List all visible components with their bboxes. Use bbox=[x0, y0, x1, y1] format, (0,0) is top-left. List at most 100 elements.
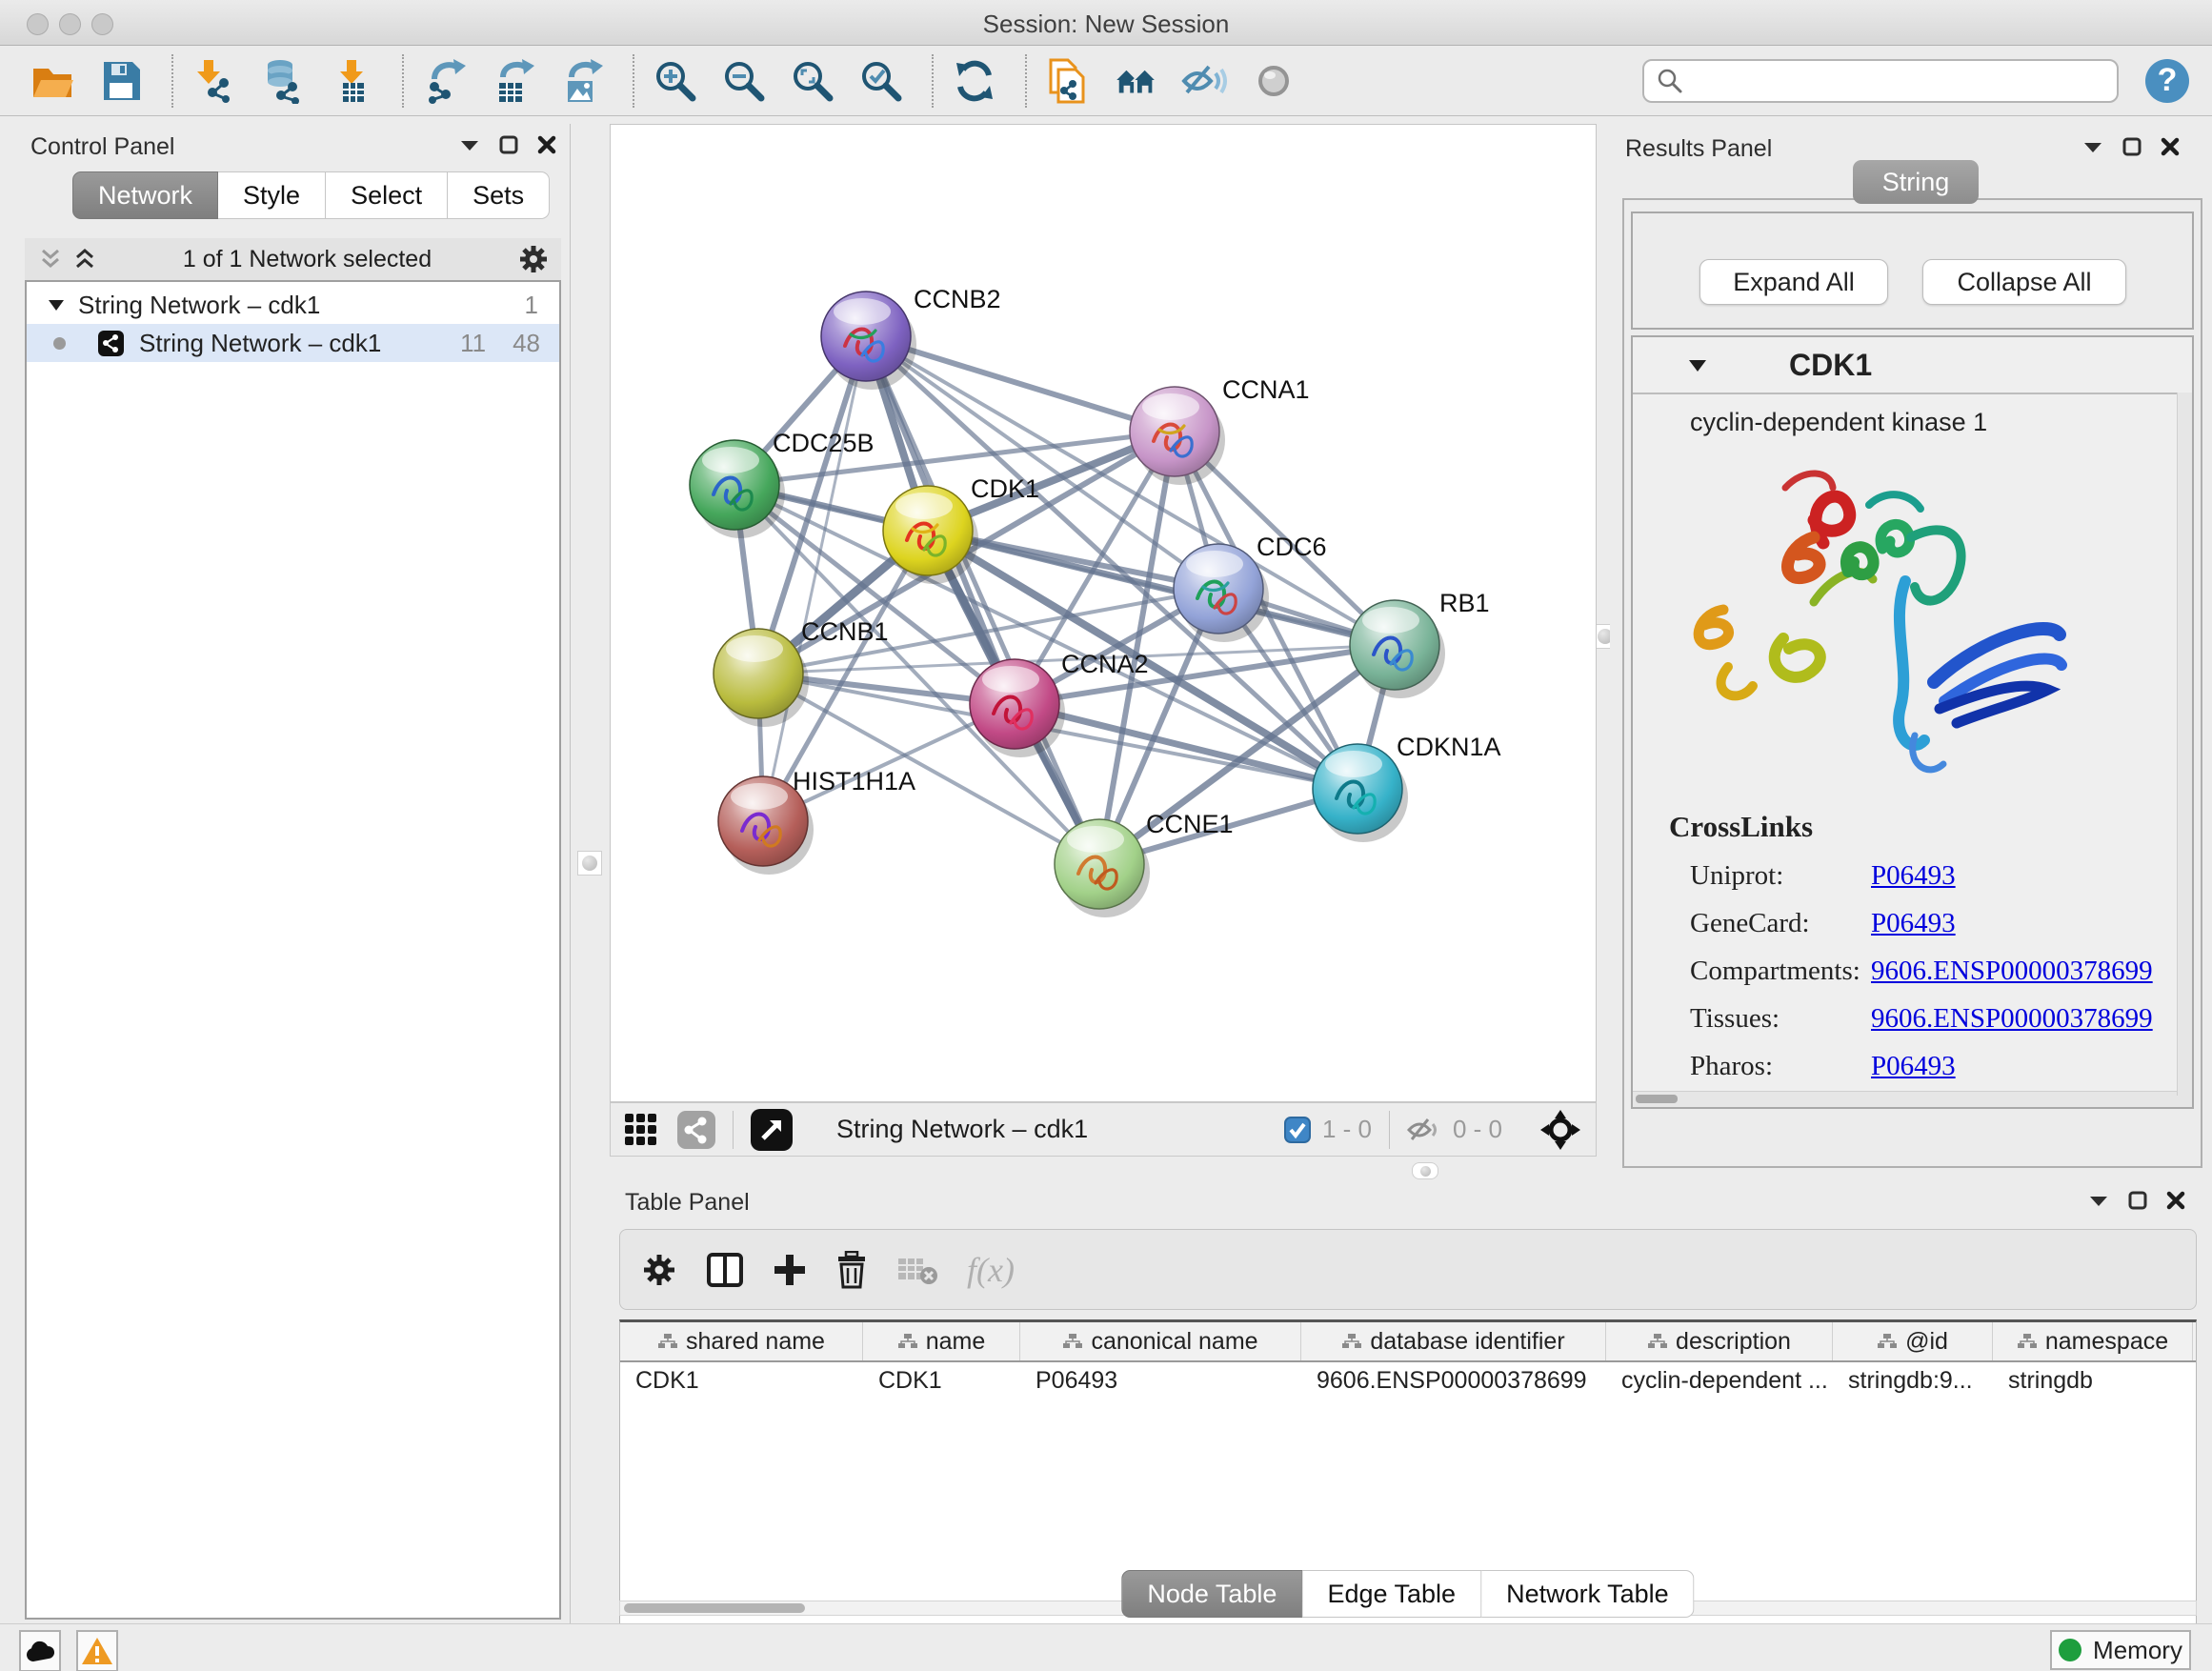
pan-crosshair-icon[interactable] bbox=[1540, 1110, 1580, 1150]
import-network-file-button[interactable] bbox=[191, 57, 238, 105]
left-splitter-handle[interactable] bbox=[577, 851, 602, 876]
memory-button[interactable]: Memory bbox=[2050, 1630, 2191, 1670]
close-panel-icon[interactable] bbox=[2161, 137, 2180, 156]
table-cell[interactable]: 9606.ENSP00000378699 bbox=[1301, 1362, 1606, 1399]
add-column-icon[interactable] bbox=[773, 1253, 807, 1287]
network-canvas[interactable]: CCNB2CCNA1CDC25BCDK1CDC6RB1CCNB1CCNA2CDK… bbox=[610, 124, 1597, 1102]
float-panel-icon[interactable] bbox=[2082, 140, 2103, 153]
table-row[interactable]: CDK1CDK1P064939606.ENSP00000378699cyclin… bbox=[620, 1362, 2196, 1399]
results-vscrollbar[interactable] bbox=[2177, 393, 2192, 1096]
table-gear-icon[interactable] bbox=[641, 1252, 677, 1288]
zoom-out-button[interactable] bbox=[720, 57, 768, 105]
tab-edge-table[interactable]: Edge Table bbox=[1302, 1570, 1481, 1618]
results-hscrollbar[interactable] bbox=[1633, 1091, 2192, 1107]
maximize-panel-icon[interactable] bbox=[2128, 1191, 2147, 1210]
float-panel-icon[interactable] bbox=[2088, 1194, 2109, 1207]
show-columns-icon[interactable] bbox=[706, 1252, 744, 1288]
apply-layout-button[interactable] bbox=[951, 57, 998, 105]
node-cdc6[interactable] bbox=[1174, 544, 1269, 642]
import-network-database-button[interactable] bbox=[259, 57, 307, 105]
table-cell[interactable]: cyclin-dependent ... bbox=[1606, 1362, 1833, 1399]
collection-expander-icon[interactable] bbox=[48, 298, 65, 312]
protein-card-header[interactable]: CDK1 bbox=[1633, 337, 2192, 394]
maximize-panel-icon[interactable] bbox=[2122, 137, 2142, 156]
node-cdkn1a[interactable] bbox=[1313, 744, 1408, 842]
close-panel-icon[interactable] bbox=[2166, 1191, 2185, 1210]
tab-sets[interactable]: Sets bbox=[448, 171, 550, 219]
zoom-fit-button[interactable] bbox=[789, 57, 836, 105]
column-header-name[interactable]: name bbox=[863, 1322, 1020, 1360]
export-table-button[interactable] bbox=[490, 57, 537, 105]
export-image-button[interactable] bbox=[558, 57, 606, 105]
node-cdc25b[interactable] bbox=[690, 440, 785, 538]
column-header-canonical-name[interactable]: canonical name bbox=[1020, 1322, 1301, 1360]
selected-checkbox-icon[interactable] bbox=[1284, 1117, 1311, 1143]
tab-string[interactable]: String bbox=[1853, 160, 1979, 204]
search-input[interactable] bbox=[1684, 67, 2088, 95]
float-panel-icon[interactable] bbox=[459, 138, 480, 151]
clear-table-icon[interactable] bbox=[896, 1253, 938, 1287]
warning-icon bbox=[81, 1637, 113, 1665]
tab-style[interactable]: Style bbox=[218, 171, 326, 219]
table-cell[interactable]: CDK1 bbox=[620, 1362, 863, 1399]
collapse-all-button[interactable]: Collapse All bbox=[1922, 259, 2126, 305]
table-hscrollbar-thumb[interactable] bbox=[624, 1603, 805, 1613]
tab-node-table[interactable]: Node Table bbox=[1121, 1570, 1302, 1618]
column-header-@id[interactable]: @id bbox=[1833, 1322, 1993, 1360]
export-network-button[interactable] bbox=[421, 57, 469, 105]
crosslink-link[interactable]: P06493 bbox=[1871, 908, 1956, 939]
share-document-button[interactable] bbox=[1044, 57, 1092, 105]
zoom-in-button[interactable] bbox=[652, 57, 699, 105]
delete-column-icon[interactable] bbox=[835, 1251, 868, 1289]
column-header-shared-name[interactable]: shared name bbox=[620, 1322, 863, 1360]
crosslink-link[interactable]: P06493 bbox=[1871, 1051, 1956, 1082]
show-glass-button[interactable] bbox=[1250, 57, 1297, 105]
network-view-icon[interactable] bbox=[677, 1111, 715, 1149]
expand-all-icon[interactable] bbox=[72, 248, 97, 271]
table-cell[interactable]: stringdb:9... bbox=[1833, 1362, 1993, 1399]
crosslink-link[interactable]: 9606.ENSP00000378699 bbox=[1871, 1003, 2153, 1035]
crosslink-link[interactable]: 9606.ENSP00000378699 bbox=[1871, 956, 2153, 987]
hide-glass-button[interactable] bbox=[1181, 57, 1229, 105]
card-expander-icon[interactable] bbox=[1688, 358, 1707, 372]
grid-view-icon[interactable] bbox=[624, 1113, 658, 1147]
function-builder-icon[interactable]: f(x) bbox=[967, 1250, 1015, 1290]
birdseye-toggle-icon[interactable] bbox=[751, 1109, 793, 1151]
cloud-status-button[interactable] bbox=[19, 1630, 61, 1671]
column-header-description[interactable]: description bbox=[1606, 1322, 1833, 1360]
node-label-cdc25b: CDC25B bbox=[773, 429, 875, 457]
save-session-button[interactable] bbox=[97, 57, 145, 105]
node-rb1[interactable] bbox=[1350, 600, 1445, 698]
collapse-all-icon[interactable] bbox=[38, 248, 63, 271]
table-cell[interactable]: P06493 bbox=[1020, 1362, 1301, 1399]
node-cdk1[interactable] bbox=[883, 486, 978, 584]
crosslink-link[interactable]: P06493 bbox=[1871, 860, 1956, 892]
warnings-button[interactable] bbox=[76, 1630, 118, 1671]
import-table-button[interactable] bbox=[328, 57, 375, 105]
help-button[interactable]: ? bbox=[2145, 59, 2189, 103]
bottom-splitter-handle[interactable] bbox=[1412, 1162, 1438, 1179]
expand-all-button[interactable]: Expand All bbox=[1699, 259, 1888, 305]
edge-ccnb2-hist1h1a[interactable] bbox=[763, 336, 866, 821]
node-ccna1[interactable] bbox=[1130, 387, 1225, 485]
tab-select[interactable]: Select bbox=[326, 171, 448, 219]
crosslink-label: Tissues: bbox=[1690, 1003, 1871, 1035]
tab-network[interactable]: Network bbox=[72, 171, 218, 219]
network-row-selected[interactable]: String Network – cdk1 11 48 bbox=[27, 324, 559, 362]
options-gear-icon[interactable] bbox=[517, 243, 550, 275]
table-cell[interactable]: stringdb bbox=[1993, 1362, 2193, 1399]
hidden-eye-slash-icon[interactable] bbox=[1407, 1116, 1441, 1144]
tab-network-table[interactable]: Network Table bbox=[1481, 1570, 1695, 1618]
results-hscrollbar-thumb[interactable] bbox=[1636, 1095, 1678, 1103]
maximize-panel-icon[interactable] bbox=[499, 135, 518, 154]
open-session-button[interactable] bbox=[29, 57, 76, 105]
column-header-label: @id bbox=[1905, 1328, 1948, 1356]
zoom-selected-button[interactable] bbox=[857, 57, 905, 105]
table-cell[interactable]: CDK1 bbox=[863, 1362, 1020, 1399]
column-header-database-identifier[interactable]: database identifier bbox=[1301, 1322, 1606, 1360]
search-box[interactable] bbox=[1642, 59, 2119, 103]
network-collection-row[interactable]: String Network – cdk1 1 bbox=[27, 286, 559, 324]
column-header-namespace[interactable]: namespace bbox=[1993, 1322, 2193, 1360]
close-panel-icon[interactable] bbox=[537, 135, 556, 154]
string-home-button[interactable] bbox=[1113, 57, 1160, 105]
